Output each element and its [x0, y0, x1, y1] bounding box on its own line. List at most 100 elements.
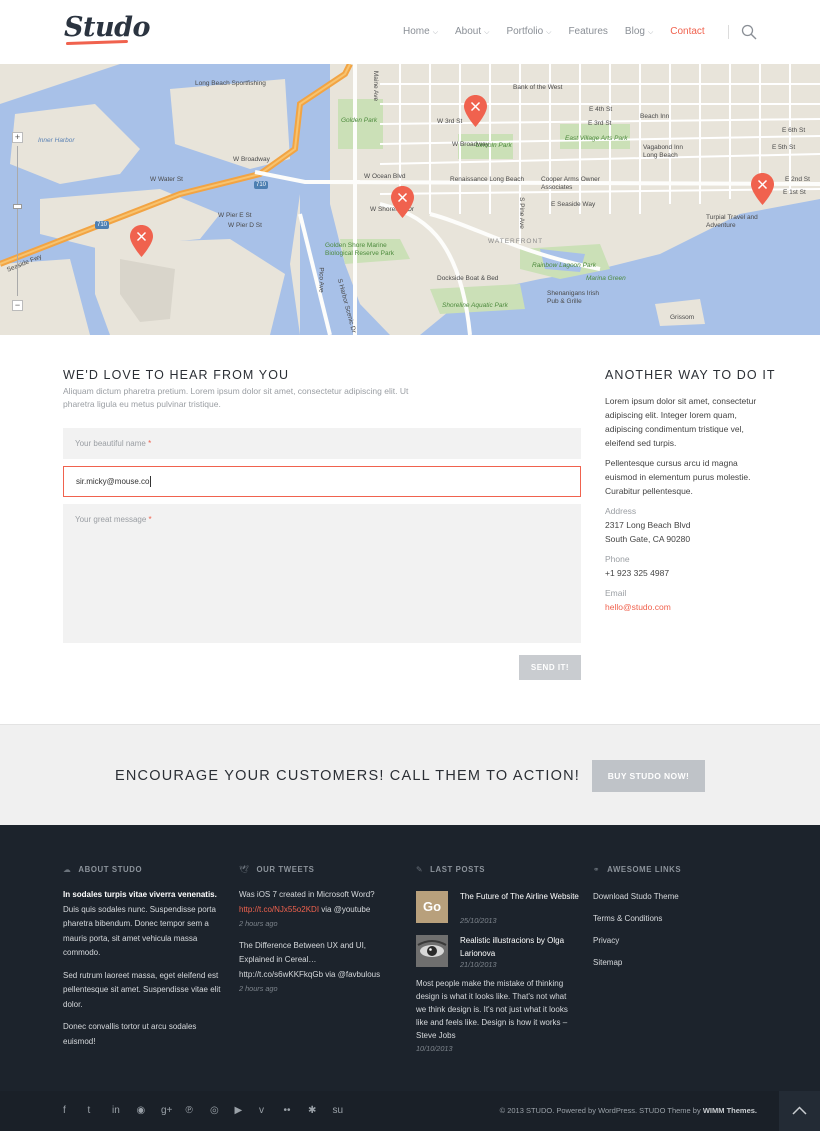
heading-label: AWESOME LINKS [607, 865, 682, 874]
post-thumbnail[interactable]: Go [416, 891, 448, 923]
tweet-link[interactable]: http://t.co/s6wKKFkqGb [239, 970, 323, 979]
pinterest-icon[interactable]: ℗ [186, 1105, 211, 1116]
twitter-icon: 🕊 [239, 865, 250, 874]
nav-item-portfolio[interactable]: Portfolio ⌵ [506, 26, 551, 40]
footer: ☁ ABOUT STUDO In sodales turpis vitae viv… [0, 825, 820, 1091]
zoom-slider-handle[interactable] [13, 204, 22, 209]
email-label: Email [605, 588, 627, 598]
chevron-down-icon: ⌵ [647, 29, 654, 36]
map-label: W Pier E St [218, 212, 252, 219]
map-label: Cooper Arms Owner Associates [541, 176, 600, 191]
cloud-icon: ☁ [63, 865, 72, 874]
zoom-in-button[interactable]: + [12, 132, 23, 143]
tweet-time: 2 hours ago [239, 919, 278, 928]
heading-label: OUR TWEETS [256, 865, 315, 874]
site-header: Studo Home ⌵ About ⌵ Portfolio ⌵ Features B… [0, 0, 820, 64]
post-title[interactable]: Realistic illustracions by Olga Larionov… [460, 935, 580, 960]
footer-link[interactable]: Sitemap [593, 956, 753, 971]
phone-value: +1 923 325 4987 [605, 568, 670, 578]
tweet: Was iOS 7 created in Microsoft Word? htt… [239, 888, 399, 932]
name-field[interactable]: Your beautiful name * [63, 428, 581, 459]
footer-heading-posts: ✎ LAST POSTS [416, 865, 485, 874]
nav-item-blog[interactable]: Blog ⌵ [625, 26, 653, 40]
map-label: E 1st St [783, 189, 806, 196]
post-date: 21/10/2013 [460, 960, 497, 969]
pencil-icon: ✎ [416, 865, 424, 874]
nav-item-home[interactable]: Home ⌵ [403, 26, 438, 40]
nav-label: Contact [670, 26, 705, 37]
nav-label: Features [568, 26, 608, 37]
footer-link[interactable]: Privacy [593, 934, 753, 949]
map-label: W Pier D St [228, 222, 262, 229]
search-icon[interactable] [741, 24, 757, 40]
map-label: W Water St [150, 176, 183, 183]
map-pin-icon[interactable] [390, 185, 415, 219]
tweet-link[interactable]: http://t.co/NJx55o2KDI [239, 905, 319, 914]
name-placeholder: Your beautiful name [75, 439, 146, 448]
zoom-out-button[interactable]: − [12, 300, 23, 311]
twitter-icon[interactable]: t [88, 1105, 113, 1116]
nav-divider [728, 25, 729, 39]
footer-link[interactable]: Terms & Conditions [593, 912, 753, 927]
stumbleupon-icon[interactable]: su [333, 1105, 358, 1116]
footer-link[interactable]: Download Studo Theme [593, 890, 753, 905]
map-label: Marina Green [586, 275, 626, 282]
copyright-brand[interactable]: WIMM Themes. [703, 1106, 757, 1115]
map-pin-icon[interactable] [129, 224, 154, 258]
post-date: 25/10/2013 [460, 916, 497, 925]
chevron-down-icon: ⌵ [432, 29, 438, 36]
google-plus-icon[interactable]: g+ [161, 1105, 186, 1116]
message-field[interactable]: Your great message * [63, 504, 581, 643]
text-cursor [150, 476, 152, 488]
back-to-top-button[interactable] [779, 1091, 820, 1131]
rss-icon[interactable]: ◉ [137, 1105, 162, 1116]
nav-item-contact[interactable]: Contact [670, 26, 704, 40]
tweet-handle[interactable]: @youtube [334, 905, 371, 914]
map-pin-icon[interactable] [463, 94, 488, 128]
map-label: E 5th St [772, 144, 796, 151]
zoom-slider-track[interactable] [17, 146, 18, 296]
nav-item-about[interactable]: About ⌵ [455, 26, 489, 40]
post-thumbnail[interactable] [416, 935, 448, 967]
yelp-icon[interactable]: ✱ [308, 1105, 333, 1116]
links-list: Download Studo Theme Terms & Conditions … [593, 890, 753, 978]
map-label: W Broadway [233, 156, 270, 163]
aside-title: ANOTHER WAY TO DO IT [605, 368, 776, 382]
post-quote: Most people make the mistake of thinking… [416, 977, 578, 1055]
aside-paragraph: Lorem ipsum dolor sit amet, consectetur … [605, 396, 757, 448]
flickr-icon[interactable]: •• [284, 1105, 309, 1116]
map-label: Beach Inn [640, 113, 670, 120]
email-link[interactable]: hello@studo.com [605, 600, 671, 614]
post-title[interactable]: The Future of The Airline Website [460, 891, 580, 904]
about-text: In sodales turpis vitae viverra venenati… [63, 888, 223, 1057]
nav-label: Portfolio [506, 26, 544, 37]
message-placeholder: Your great message [75, 515, 147, 524]
map-label: S Pine Ave [517, 197, 525, 229]
nav-item-features[interactable]: Features [568, 26, 607, 40]
map-label: Long Beach Sportfishing [195, 80, 266, 87]
tweet-handle[interactable]: @favbulous [338, 970, 380, 979]
buy-button[interactable]: BUY STUDO NOW! [592, 760, 705, 792]
phone-label: Phone [605, 554, 630, 564]
youtube-icon[interactable]: ▶ [235, 1105, 260, 1116]
map-pin-icon[interactable] [750, 172, 775, 206]
about-rest: Duis quis sodales nunc. Suspendisse port… [63, 904, 216, 958]
linkedin-icon[interactable]: in [112, 1105, 137, 1116]
tweet: The Difference Between UX and UI, Explai… [239, 939, 399, 997]
post-item[interactable]: Go The Future of The Airline Website 25/… [416, 891, 579, 931]
map-label: W 3rd St [437, 118, 463, 125]
address-label: Address [605, 506, 637, 516]
facebook-icon[interactable]: f [63, 1105, 88, 1116]
map[interactable]: Long Beach Sportfishing Inner Harbor W B… [0, 64, 820, 335]
email-field[interactable]: sir.micky@mouse.co [63, 466, 581, 497]
send-button[interactable]: SEND IT! [519, 655, 581, 680]
about-paragraph: Sed rutrum laoreet massa, eget eleifend … [63, 970, 221, 1009]
tweet-via: via [319, 904, 334, 914]
post-item[interactable]: Realistic illustracions by Olga Larionov… [416, 935, 576, 975]
dribbble-icon[interactable]: ◎ [210, 1105, 235, 1116]
map-label: Golden Shore Marine Biological Reserve P… [325, 242, 395, 257]
required-mark: * [148, 439, 152, 448]
logo[interactable]: Studo [64, 12, 151, 43]
address-line2: South Gate, CA 90280 [605, 534, 691, 544]
vimeo-icon[interactable]: v [259, 1105, 284, 1116]
